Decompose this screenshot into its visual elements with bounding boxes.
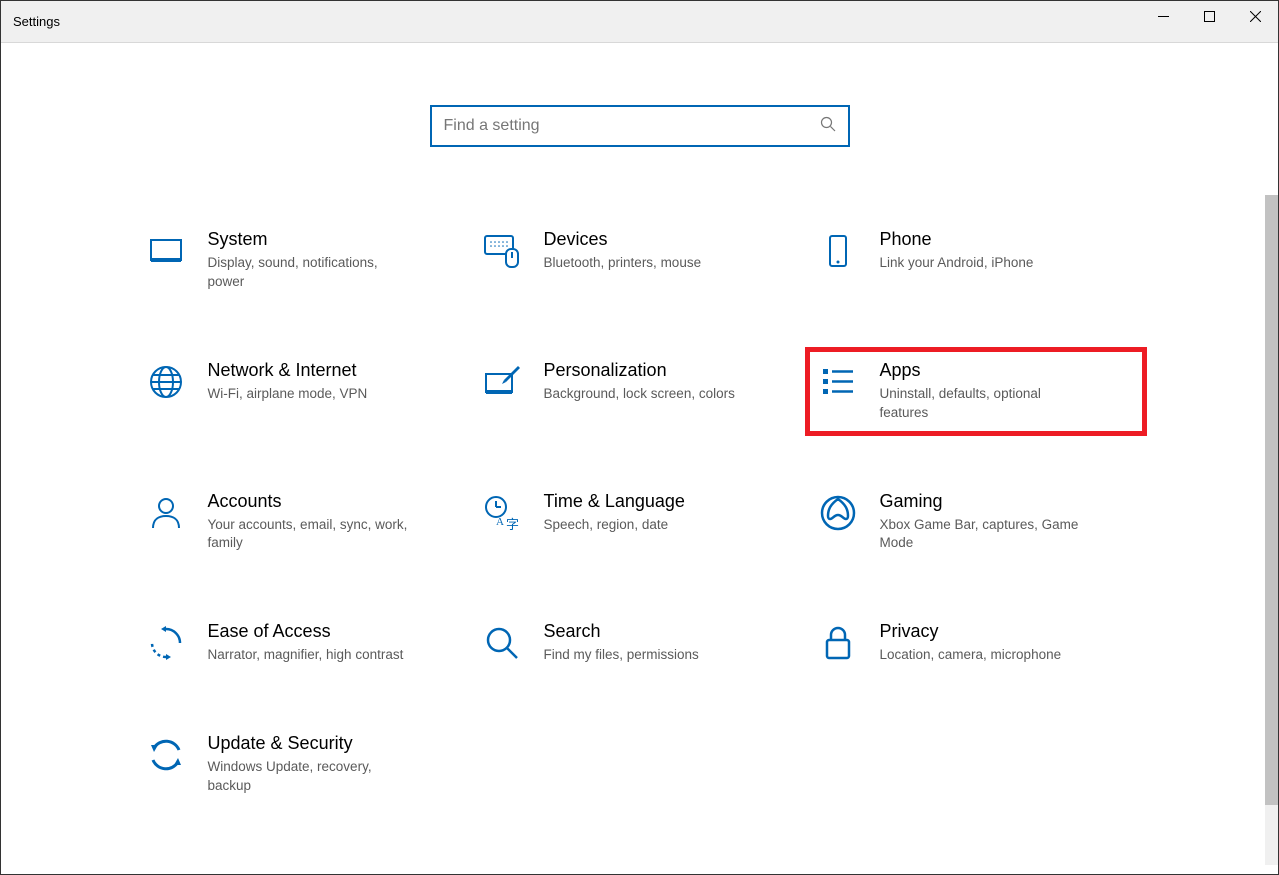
- tile-desc: Background, lock screen, colors: [544, 385, 735, 404]
- tile-desc: Your accounts, email, sync, work, family: [208, 516, 418, 554]
- tile-title: Personalization: [544, 360, 735, 381]
- tile-ease[interactable]: Ease of Access Narrator, magnifier, high …: [136, 611, 472, 675]
- tile-desc: Wi-Fi, airplane mode, VPN: [208, 385, 368, 404]
- tile-update[interactable]: Update & Security Windows Update, recover…: [136, 723, 472, 806]
- close-button[interactable]: [1232, 1, 1278, 31]
- tile-personalization[interactable]: Personalization Background, lock screen, …: [472, 350, 808, 433]
- tile-time[interactable]: A字 Time & Language Speech, region, date: [472, 481, 808, 564]
- tile-apps[interactable]: Apps Uninstall, defaults, optional featur…: [808, 350, 1144, 433]
- tile-title: Devices: [544, 229, 702, 250]
- tile-title: Ease of Access: [208, 621, 404, 642]
- tile-desc: Link your Android, iPhone: [880, 254, 1034, 273]
- tile-title: Search: [544, 621, 699, 642]
- network-icon: [146, 362, 186, 402]
- update-icon: [146, 735, 186, 775]
- tile-title: Apps: [880, 360, 1090, 381]
- phone-icon: [818, 231, 858, 271]
- scrollbar[interactable]: [1265, 195, 1278, 865]
- tile-title: Network & Internet: [208, 360, 368, 381]
- gaming-icon: [818, 493, 858, 533]
- tile-title: Phone: [880, 229, 1034, 250]
- tile-title: Time & Language: [544, 491, 685, 512]
- tile-desc: Location, camera, microphone: [880, 646, 1062, 665]
- ease-icon: [146, 623, 186, 663]
- tile-desc: Bluetooth, printers, mouse: [544, 254, 702, 273]
- tile-title: Privacy: [880, 621, 1062, 642]
- scrollbar-thumb[interactable]: [1265, 195, 1278, 805]
- time-icon: A字: [482, 493, 522, 533]
- window-controls: [1140, 1, 1278, 42]
- tile-desc: Windows Update, recovery, backup: [208, 758, 418, 796]
- svg-text:字: 字: [506, 517, 519, 532]
- tile-title: Accounts: [208, 491, 418, 512]
- tile-title: System: [208, 229, 418, 250]
- settings-grid: System Display, sound, notifications, pow…: [1, 219, 1278, 846]
- tile-desc: Speech, region, date: [544, 516, 685, 535]
- system-icon: [146, 231, 186, 271]
- search-box[interactable]: [430, 105, 850, 147]
- maximize-button[interactable]: [1186, 1, 1232, 31]
- tile-privacy[interactable]: Privacy Location, camera, microphone: [808, 611, 1144, 675]
- tile-network[interactable]: Network & Internet Wi-Fi, airplane mode, …: [136, 350, 472, 433]
- accounts-icon: [146, 493, 186, 533]
- privacy-icon: [818, 623, 858, 663]
- svg-text:A: A: [496, 516, 504, 528]
- tile-devices[interactable]: Devices Bluetooth, printers, mouse: [472, 219, 808, 302]
- apps-icon: [818, 362, 858, 402]
- tile-gaming[interactable]: Gaming Xbox Game Bar, captures, Game Mode: [808, 481, 1144, 564]
- minimize-button[interactable]: [1140, 1, 1186, 31]
- tile-accounts[interactable]: Accounts Your accounts, email, sync, work…: [136, 481, 472, 564]
- tile-title: Update & Security: [208, 733, 418, 754]
- titlebar: Settings: [1, 1, 1278, 43]
- tile-title: Gaming: [880, 491, 1090, 512]
- tile-desc: Find my files, permissions: [544, 646, 699, 665]
- tile-desc: Narrator, magnifier, high contrast: [208, 646, 404, 665]
- tile-desc: Uninstall, defaults, optional features: [880, 385, 1090, 423]
- search-icon: [482, 623, 522, 663]
- tile-desc: Xbox Game Bar, captures, Game Mode: [880, 516, 1090, 554]
- tile-system[interactable]: System Display, sound, notifications, pow…: [136, 219, 472, 302]
- tile-phone[interactable]: Phone Link your Android, iPhone: [808, 219, 1144, 302]
- tile-desc: Display, sound, notifications, power: [208, 254, 418, 292]
- devices-icon: [482, 231, 522, 271]
- content-area: System Display, sound, notifications, pow…: [1, 43, 1278, 874]
- personalization-icon: [482, 362, 522, 402]
- tile-search[interactable]: Search Find my files, permissions: [472, 611, 808, 675]
- search-icon: [820, 116, 836, 137]
- search-input[interactable]: [444, 117, 820, 135]
- window-title: Settings: [13, 14, 60, 29]
